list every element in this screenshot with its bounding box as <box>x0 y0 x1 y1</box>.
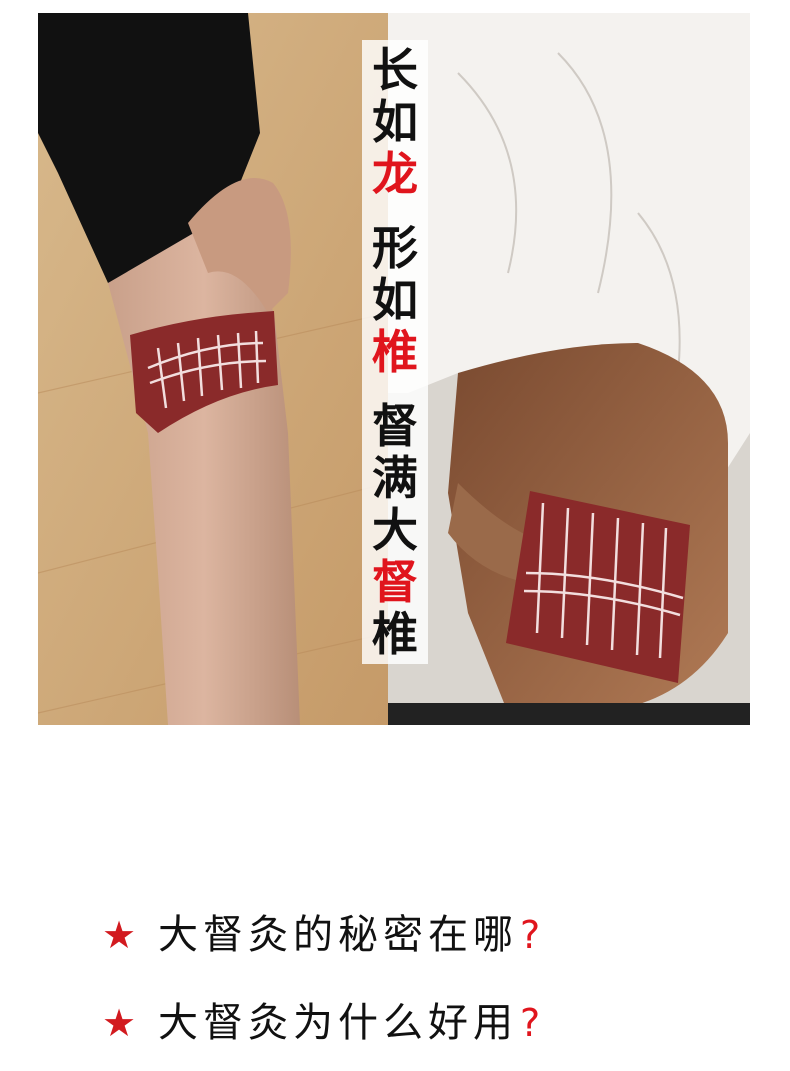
slogan-char: 椎 <box>372 325 418 379</box>
slogan-phrase: 长如龙 <box>372 44 418 200</box>
slogan-char: 形 <box>372 221 418 275</box>
slogan-char: 督 <box>372 399 418 453</box>
question-text: 大督灸为什么好用 <box>158 1000 518 1046</box>
vertical-slogan: 长如龙形如椎督满大督椎 <box>362 40 428 664</box>
slogan-char: 龙 <box>372 147 418 201</box>
dark-pants <box>388 703 750 725</box>
slogan-char: 椎 <box>372 607 418 661</box>
slogan-char: 督 <box>372 555 418 609</box>
question-mark: ? <box>520 1001 541 1045</box>
slogan-char: 满 <box>372 451 418 505</box>
question-row-secret: ★ 大督灸的秘密在哪 ? <box>102 905 540 965</box>
slogan-char: 如 <box>372 273 418 327</box>
star-icon: ★ <box>102 1001 137 1045</box>
slogan-char: 大 <box>372 503 418 557</box>
question-text: 大督灸的秘密在哪 <box>158 912 518 958</box>
slogan-phrase: 形如椎 <box>372 222 418 378</box>
slogan-phrase: 督满大督椎 <box>372 400 418 660</box>
slogan-char: 长 <box>372 43 418 97</box>
question-row-effective: ★ 大督灸为什么好用 ? <box>102 993 540 1053</box>
question-mark: ? <box>520 913 541 957</box>
slogan-char: 如 <box>372 95 418 149</box>
star-icon: ★ <box>102 913 137 957</box>
